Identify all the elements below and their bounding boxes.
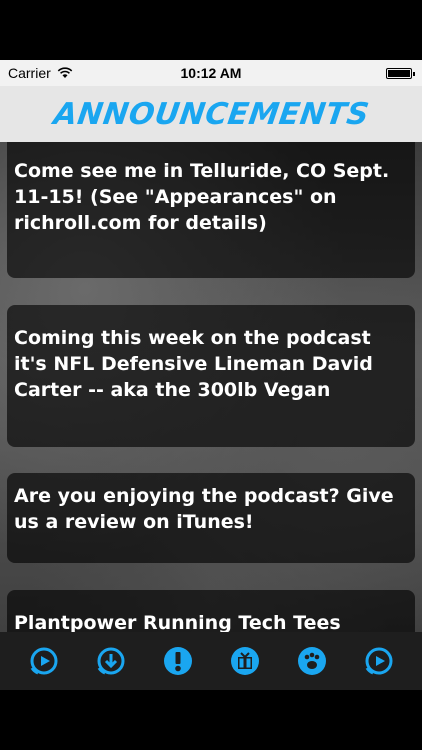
announcement-text: Are you enjoying the podcast? Give us a …: [14, 485, 394, 533]
paw-icon: [297, 647, 326, 675]
tab-bar: [0, 632, 422, 690]
announcement-card[interactable]: Plantpower Running Tech Tees: [7, 590, 415, 632]
tab-downloads[interactable]: [94, 644, 128, 678]
tab-community[interactable]: [295, 644, 329, 678]
tab-video[interactable]: [362, 644, 396, 678]
announcement-text: Come see me in Telluride, CO Sept. 11-15…: [14, 160, 390, 234]
tab-shop[interactable]: [228, 644, 262, 678]
announcement-text: Plantpower Running Tech Tees: [14, 612, 341, 632]
nav-header: ANNOUNCEMENTS: [0, 86, 422, 142]
announcement-card[interactable]: Come see me in Telluride, CO Sept. 11-15…: [7, 142, 415, 278]
announcement-text: Coming this week on the podcast it's NFL…: [14, 327, 373, 401]
announcement-card[interactable]: Coming this week on the podcast it's NFL…: [7, 305, 415, 447]
battery-icon: [386, 68, 415, 79]
app-screen: Carrier 10:12 AM ANNOUNCEMENTS Come see …: [0, 60, 422, 690]
play-circle-icon: [365, 647, 392, 675]
tab-announcements[interactable]: [161, 644, 195, 678]
download-icon: [97, 647, 124, 675]
announcements-list[interactable]: Come see me in Telluride, CO Sept. 11-15…: [0, 142, 422, 632]
page-title: ANNOUNCEMENTS: [51, 96, 371, 132]
announcement-card[interactable]: Are you enjoying the podcast? Give us a …: [7, 473, 415, 563]
play-stream-icon: [30, 647, 57, 675]
gift-icon: [230, 647, 259, 675]
top-letterbox: [0, 0, 422, 60]
exclamation-icon: [163, 647, 192, 675]
status-time: 10:12 AM: [180, 65, 242, 81]
bottom-letterbox: [0, 690, 422, 750]
status-bar: Carrier 10:12 AM: [0, 60, 422, 86]
tab-podcast-stream[interactable]: [27, 644, 61, 678]
